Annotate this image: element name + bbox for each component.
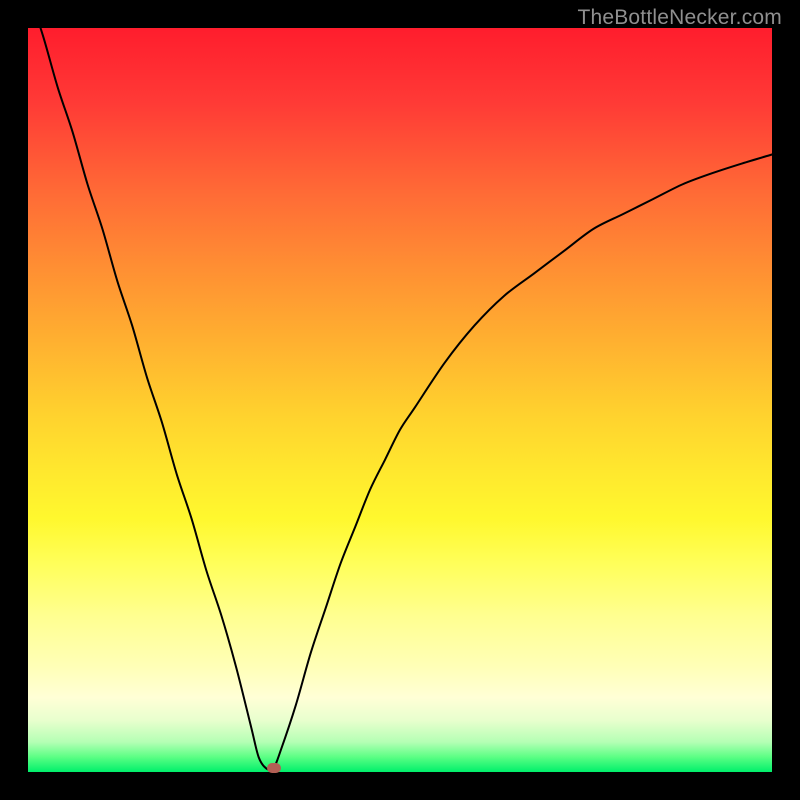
watermark-text: TheBottleNecker.com [577, 6, 782, 30]
optimal-point-marker [267, 763, 281, 773]
bottleneck-curve [28, 28, 772, 772]
chart-frame: TheBottleNecker.com [0, 0, 800, 800]
plot-area [28, 28, 772, 772]
